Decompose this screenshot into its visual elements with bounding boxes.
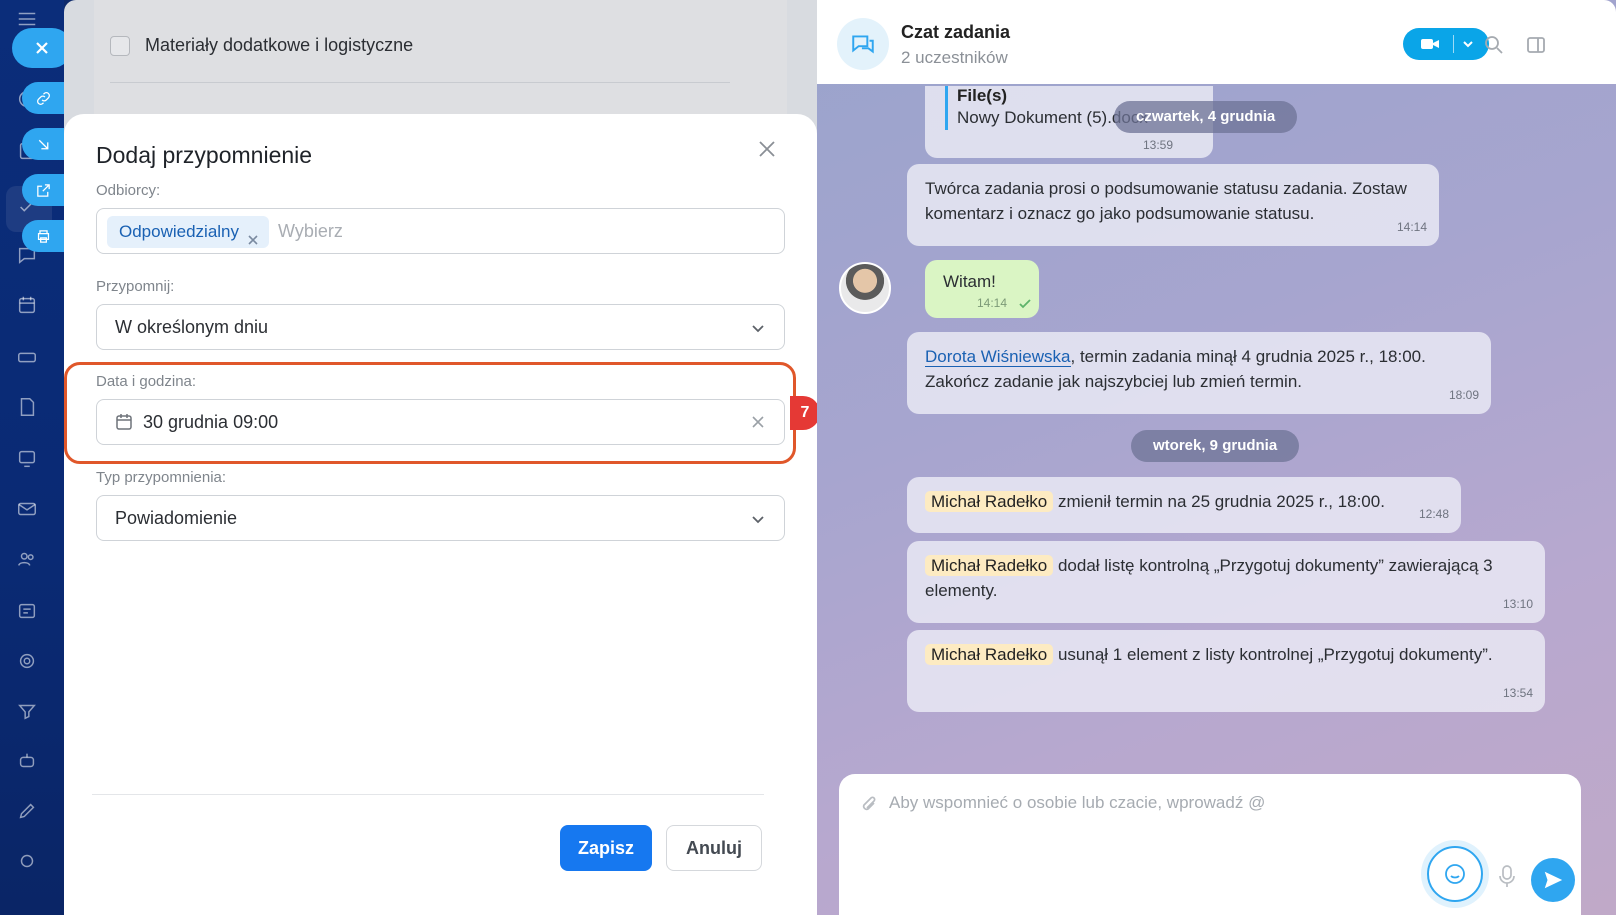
chat-bubbles-icon [852,35,874,54]
chat-avatar[interactable] [837,18,889,70]
user-mention[interactable]: Michał Radełko [925,644,1054,665]
remove-tag-button[interactable] [247,225,259,245]
message-time: 14:14 [977,296,1008,310]
message-text: zmienił termin na 25 grudnia 2025 r., 18… [1053,492,1385,511]
calendar-icon[interactable] [12,290,42,320]
remind-value: W określonym dniu [115,317,269,337]
recipient-tag[interactable]: Odpowiedzialny [107,216,270,248]
close-icon [759,141,775,157]
system-message: Dorota Wiśniewska, termin zadania minął … [907,332,1491,414]
system-message: Michał Radełko usunął 1 element z listy … [907,630,1545,712]
chat-header: Czat zadania 2 uczestników [817,0,1616,84]
user-mention[interactable]: Michał Radełko [925,491,1054,512]
left-rail [0,0,72,915]
search-icon[interactable] [1483,34,1505,56]
recipients-label: Odbiorcy: [96,182,161,199]
type-value: Powiadomienie [115,508,238,528]
type-label: Typ przypomnienia: [96,469,227,486]
date-separator: wtorek, 9 grudnia [1131,430,1300,462]
message-time: 13:54 [1502,686,1533,700]
system-message: Michał Radełko dodał listę kontrolną „Pr… [907,541,1545,623]
checklist-item-label: Materiały dodatkowe i logistyczne [145,35,414,55]
smile-icon [1445,864,1465,884]
emoji-button[interactable] [1427,846,1483,902]
sidebar-toggle-icon[interactable] [1525,34,1547,56]
chevron-down-icon[interactable] [1461,37,1475,51]
date-separator: czwartek, 4 grudnia [1114,101,1298,133]
contacts-icon[interactable] [12,544,42,574]
chevron-down-icon [750,511,766,527]
message-composer[interactable]: Aby wspomnieć o osobie lub czacie, wprow… [839,774,1581,915]
goals-icon[interactable] [12,646,42,676]
separator [1453,35,1454,53]
close-icon [36,42,48,54]
datetime-highlight [64,362,796,464]
settings-icon[interactable] [12,846,42,876]
message-time: 13:59 [1142,138,1173,152]
quote-bar [945,86,948,130]
close-icon [248,235,258,245]
cancel-button[interactable]: Anuluj [666,825,762,871]
recipients-field[interactable]: Odpowiedzialny Wybierz [96,208,785,254]
message-time: 18:09 [1448,388,1479,402]
task-sheet [94,0,787,130]
system-message: Michał Radełko zmienił termin na 25 grud… [907,477,1461,533]
close-slider-button[interactable] [12,28,72,68]
minimize-button[interactable] [22,128,64,160]
chevron-down-icon [750,320,766,336]
printer-icon [37,229,49,243]
copy-link-button[interactable] [22,82,64,114]
send-button[interactable] [1531,858,1575,902]
modal-divider [92,794,764,795]
message-time: 13:10 [1502,597,1533,611]
recipients-placeholder: Wybierz [278,221,343,241]
remind-label: Przypomnij: [96,278,175,295]
message-time: 14:14 [1396,220,1427,234]
message-text: usunął 1 element z listy kontrolnej „Prz… [1053,645,1493,664]
message-time: 12:48 [1418,507,1449,521]
video-camera-icon [1421,36,1439,52]
mail-icon[interactable] [12,494,42,524]
microphone-icon[interactable] [1497,864,1517,888]
modal-title: Dodaj przypomnienie [96,142,313,168]
chat-title[interactable]: Czat zadania [901,22,1010,43]
open-new-window-button[interactable] [22,174,64,206]
board-icon[interactable] [12,444,42,474]
pen-icon[interactable] [12,796,42,826]
drive-icon[interactable] [12,342,42,372]
file-message-title: File(s) [957,86,1008,105]
check-icon [1019,296,1031,309]
send-icon [1544,871,1563,889]
type-select[interactable]: Powiadomienie [96,495,785,541]
modal-close-button[interactable] [758,140,782,164]
recipient-tag-label: Odpowiedzialny [119,222,240,241]
divider [110,82,730,83]
remind-select[interactable]: W określonym dniu [96,304,785,350]
own-message: Witam! 14:14 [925,260,1039,318]
robot-icon[interactable] [12,746,42,776]
crm-icon[interactable] [12,596,42,626]
message-input[interactable]: Aby wspomnieć o osobie lub czacie, wprow… [889,793,1265,813]
external-link-icon [36,183,50,197]
arrow-down-icon [38,139,48,149]
avatar[interactable] [839,262,891,314]
link-icon [36,91,50,105]
message-text: Witam! [943,272,996,291]
paperclip-icon[interactable] [859,794,879,814]
add-reminder-modal: Dodaj przypomnienie Odbiorcy: Odpowiedzi… [64,114,817,915]
task-chat-panel: Czat zadania 2 uczestników File(s) Nowy … [817,0,1616,915]
user-mention[interactable]: Michał Radełko [925,555,1054,576]
print-button[interactable] [22,220,64,252]
save-button[interactable]: Zapisz [560,825,652,871]
message-text: Twórca zadania prosi o podsumowanie stat… [925,179,1407,223]
document-icon[interactable] [12,392,42,422]
user-link[interactable]: Dorota Wiśniewska [925,347,1071,367]
filter-icon[interactable] [12,696,42,726]
checklist-checkbox[interactable] [110,36,130,56]
system-message: Twórca zadania prosi o podsumowanie stat… [907,164,1439,246]
video-call-button[interactable] [1403,28,1489,60]
chat-participants[interactable]: 2 uczestników [901,48,1008,68]
